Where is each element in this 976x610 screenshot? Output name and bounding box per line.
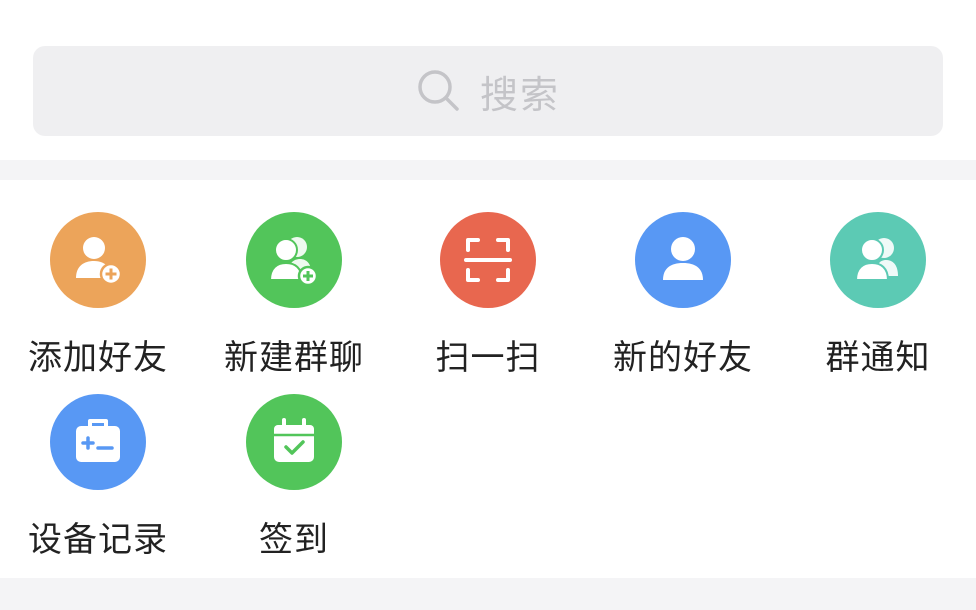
action-group-notice[interactable]: 群通知 bbox=[780, 180, 976, 378]
checkin-icon bbox=[246, 394, 342, 490]
new-friends-icon bbox=[635, 212, 731, 308]
action-label: 群通知 bbox=[825, 338, 931, 378]
search-input[interactable]: 搜索 bbox=[33, 46, 943, 136]
action-grid: 添加好友 新建群聊 扫一扫 新的好友 群通知 设备记录 签到 bbox=[0, 180, 976, 578]
action-label: 签到 bbox=[259, 520, 329, 560]
search-icon bbox=[418, 70, 459, 111]
action-checkin[interactable]: 签到 bbox=[196, 362, 392, 560]
action-label: 扫一扫 bbox=[435, 338, 541, 378]
new-group-icon bbox=[246, 212, 342, 308]
device-record-icon bbox=[50, 394, 146, 490]
search-section: 搜索 bbox=[0, 0, 976, 160]
action-label: 新的好友 bbox=[613, 338, 753, 378]
action-add-friend[interactable]: 添加好友 bbox=[0, 180, 196, 378]
search-placeholder: 搜索 bbox=[479, 72, 560, 117]
action-new-friends[interactable]: 新的好友 bbox=[585, 180, 781, 378]
scan-icon bbox=[440, 212, 536, 308]
group-notice-icon bbox=[830, 212, 926, 308]
action-device-record[interactable]: 设备记录 bbox=[0, 362, 196, 560]
action-scan[interactable]: 扫一扫 bbox=[390, 180, 586, 378]
action-new-group[interactable]: 新建群聊 bbox=[196, 180, 392, 378]
section-divider bbox=[0, 578, 976, 610]
add-friend-icon bbox=[50, 212, 146, 308]
section-divider bbox=[0, 160, 976, 180]
action-label: 设备记录 bbox=[28, 520, 168, 560]
